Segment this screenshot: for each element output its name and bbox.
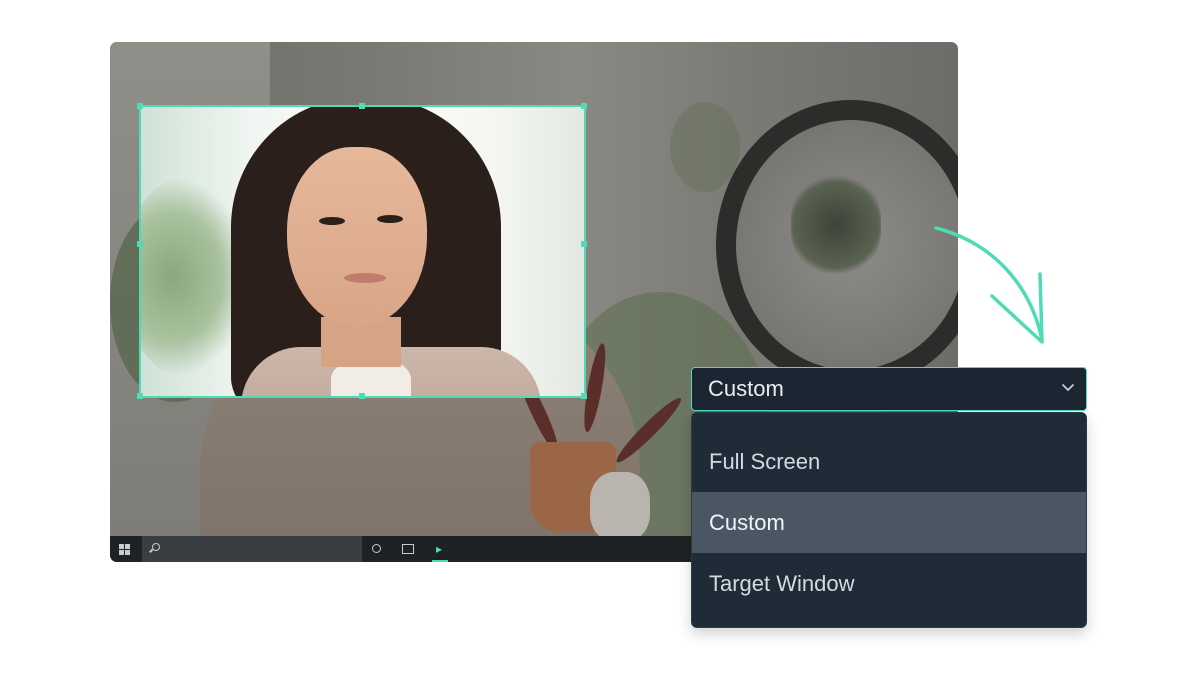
menu-item-target-window[interactable]: Target Window xyxy=(692,553,1086,614)
capture-mode-menu: Full Screen Custom Target Window xyxy=(691,412,1087,628)
gardening-glove xyxy=(590,472,650,542)
resize-handle-bottom-right[interactable] xyxy=(581,393,587,399)
resize-handle-bottom-left[interactable] xyxy=(137,393,143,399)
capture-mode-select[interactable]: Custom xyxy=(691,367,1087,411)
resize-handle-bottom[interactable] xyxy=(359,393,365,399)
curved-arrow-icon xyxy=(934,226,1044,344)
windows-start-icon[interactable] xyxy=(119,544,130,555)
recorder-app-icon[interactable]: ▸ xyxy=(432,540,446,558)
capture-eye-left xyxy=(319,217,345,225)
chevron-down-icon xyxy=(1062,384,1074,391)
resize-handle-top-left[interactable] xyxy=(137,103,143,109)
ring-light-plant xyxy=(791,170,881,280)
active-app-indicator xyxy=(432,560,448,562)
resize-handle-top[interactable] xyxy=(359,103,365,109)
task-view-icon[interactable] xyxy=(402,544,414,554)
background-plant-small xyxy=(670,102,740,192)
resize-handle-right[interactable] xyxy=(581,241,587,247)
cortana-icon[interactable] xyxy=(372,544,381,553)
ring-light xyxy=(716,100,958,390)
resize-handle-left[interactable] xyxy=(137,241,143,247)
capture-face xyxy=(287,147,427,327)
capture-region[interactable] xyxy=(139,105,586,398)
capture-mode-selected-value: Custom xyxy=(708,376,784,401)
menu-item-custom[interactable]: Custom xyxy=(692,492,1086,553)
taskbar-search-box[interactable] xyxy=(142,536,362,562)
capture-mouth xyxy=(344,273,386,283)
search-icon xyxy=(152,543,160,551)
menu-item-full-screen[interactable]: Full Screen xyxy=(692,431,1086,492)
capture-eye-right xyxy=(377,215,403,223)
resize-handle-top-right[interactable] xyxy=(581,103,587,109)
